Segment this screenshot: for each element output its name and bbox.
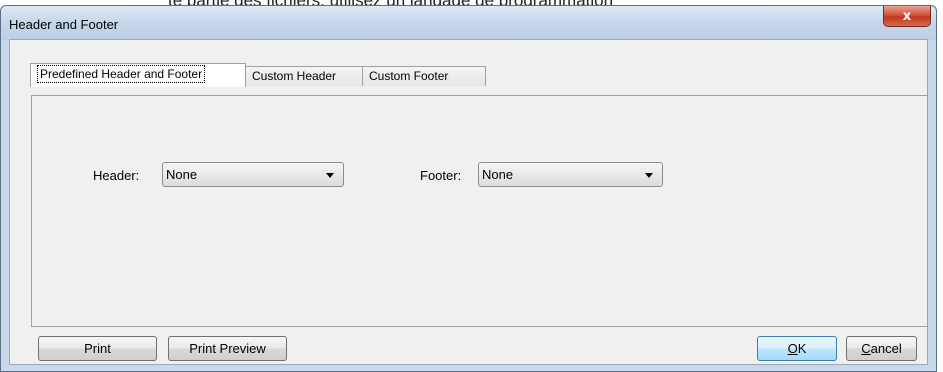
- close-icon: x: [902, 8, 912, 24]
- footer-label: Footer:: [420, 168, 462, 183]
- footer-dropdown[interactable]: None: [478, 162, 663, 187]
- footer-dropdown-value: None: [482, 167, 514, 182]
- tab-label: Predefined Header and Footer: [37, 65, 206, 83]
- dialog-window: Header and Footer x Predefined Header an…: [0, 5, 937, 372]
- header-dropdown[interactable]: None: [162, 162, 344, 187]
- print-button[interactable]: Print: [38, 336, 157, 361]
- tab-label: Custom Header: [252, 69, 337, 83]
- ok-button[interactable]: OK: [757, 336, 837, 361]
- window-title: Header and Footer: [9, 17, 119, 32]
- ok-mnemonic: O: [787, 341, 798, 356]
- ok-label-rest: K: [797, 341, 807, 356]
- tab-label: Custom Footer: [369, 69, 449, 83]
- tab-predefined-header-footer[interactable]: Predefined Header and Footer: [30, 63, 246, 87]
- title-bar[interactable]: Header and Footer x: [1, 6, 936, 40]
- tab-panel: Header: None Footer: None: [31, 95, 928, 327]
- header-dropdown-value: None: [166, 167, 198, 182]
- cancel-mnemonic: C: [861, 341, 871, 356]
- cancel-label-rest: ancel: [870, 341, 902, 356]
- chevron-down-icon: [326, 173, 334, 178]
- print-preview-button[interactable]: Print Preview: [168, 336, 287, 361]
- tab-custom-header[interactable]: Custom Header: [245, 66, 363, 86]
- tab-custom-footer[interactable]: Custom Footer: [362, 66, 486, 86]
- cancel-button[interactable]: Cancel: [846, 336, 917, 361]
- chevron-down-icon: [645, 173, 653, 178]
- header-label: Header:: [93, 168, 140, 183]
- close-button[interactable]: x: [883, 6, 931, 27]
- dialog-body: Predefined Header and Footer Custom Head…: [9, 39, 928, 365]
